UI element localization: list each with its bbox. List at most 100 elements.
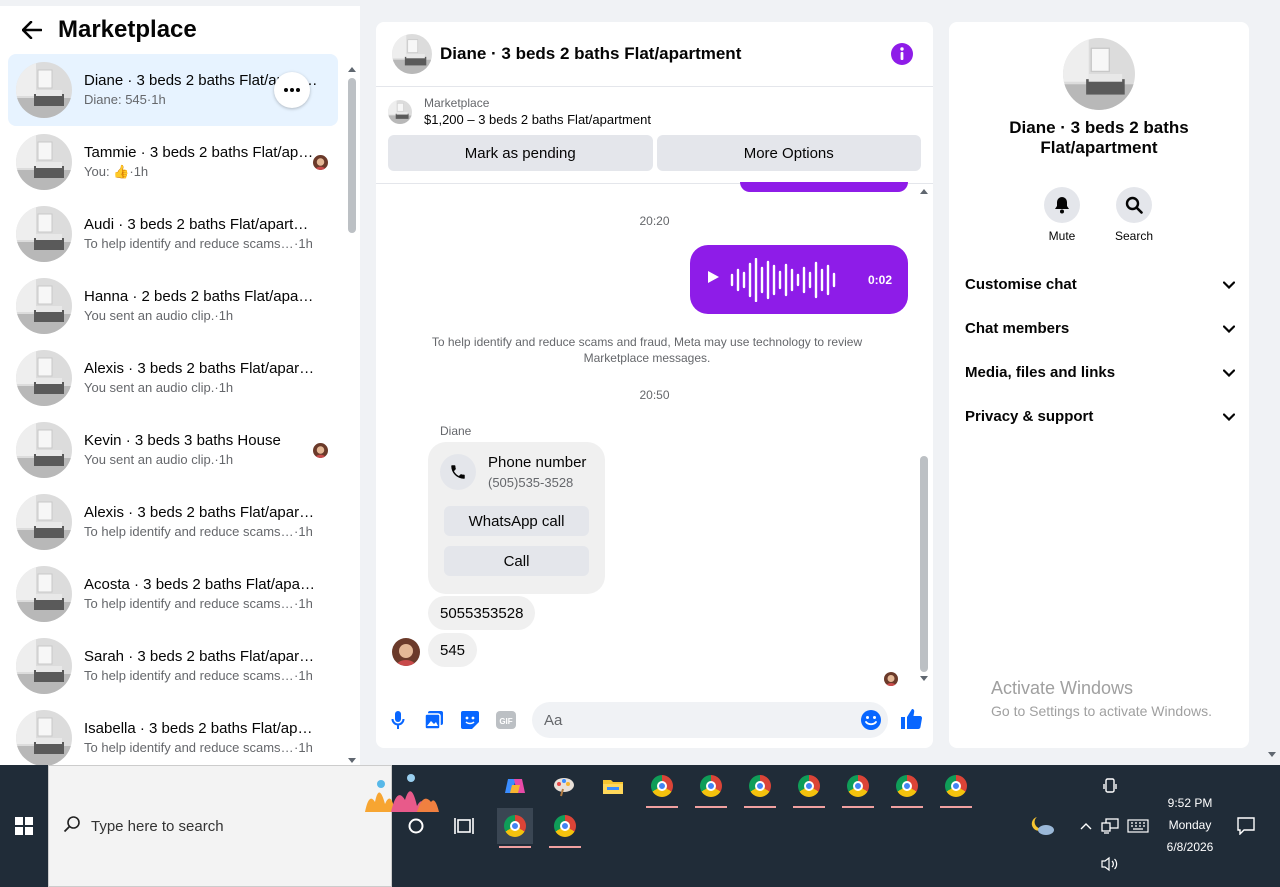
phone-icon [440,454,476,490]
chat-details-panel: Diane · 3 beds 2 baths Flat/apartment Mu… [949,22,1249,748]
play-icon[interactable] [706,270,720,289]
conversation-time: 1h [218,380,234,395]
conversation-item[interactable]: Hanna · 2 beds 2 baths Flat/apartment You… [8,270,338,342]
sender-avatar[interactable] [392,638,420,666]
notification-icon[interactable] [1228,808,1264,844]
page-scroll-down-icon[interactable] [1268,752,1276,758]
whatsapp-call-button[interactable]: WhatsApp call [444,506,589,536]
row-label: Media, files and links [965,363,1116,381]
info-icon[interactable] [891,43,913,65]
clock-day[interactable]: Monday [1150,818,1230,832]
file-explorer-icon[interactable] [595,768,631,804]
audio-message[interactable]: 0:02 [690,245,908,314]
mark-as-pending-button[interactable]: Mark as pending [388,135,653,171]
timestamp: 20:50 [639,388,670,402]
conversation-list: Diane · 3 beds 2 baths Flat/apartment Dia… [8,54,338,765]
chrome-profile-icon[interactable] [840,768,876,808]
clock-date[interactable]: 6/8/2026 [1150,840,1230,854]
weather-icon[interactable] [1024,808,1060,844]
photo-icon[interactable] [424,710,444,730]
listing-thumbnail [16,62,72,118]
conversation-item[interactable]: Isabella · 3 beds 2 baths Flat/apartment… [8,702,338,765]
volume-icon[interactable] [1092,846,1128,882]
message-bubble[interactable]: 545 [428,633,478,667]
mute-button[interactable]: Mute [1032,187,1092,243]
conversation-snippet: You: 👍 [84,164,130,179]
chat-title[interactable]: Diane · 3 beds 2 baths Flat/apartment [440,44,741,64]
conversation-item[interactable]: Kevin · 3 beds 3 baths House You sent an … [8,414,338,486]
message-bubble[interactable]: 5055353528 [428,596,536,630]
chrome-window-icon[interactable] [497,808,533,848]
back-arrow-icon[interactable] [20,18,44,42]
conversation-name: Kevin · 3 beds 3 baths House [84,432,281,449]
chrome-window-icon[interactable] [547,808,583,848]
paint-icon[interactable] [546,768,582,804]
windows-start-icon[interactable] [0,765,48,887]
chat-members-row[interactable]: Chat members [965,308,1236,348]
activate-subtitle: Go to Settings to activate Windows. [991,703,1212,719]
row-label: Privacy & support [965,407,1094,425]
conversation-time: 1h [298,740,313,755]
media-files-links-row[interactable]: Media, files and links [965,352,1236,392]
listing-banner: Marketplace $1,200 – 3 beds 2 baths Flat… [376,87,933,184]
conversation-name: Audi · 3 beds 2 baths Flat/apartment [84,216,318,233]
conversation-item[interactable]: Sarah · 3 beds 2 baths Flat/apartment To … [8,630,338,702]
search-button[interactable]: Search [1104,187,1164,243]
gif-icon[interactable]: GIF [496,710,516,730]
conversation-snippet: To help identify and reduce scams and fr… [84,596,294,611]
listing-avatar[interactable] [1063,38,1135,110]
chrome-profile-icon[interactable] [938,768,974,808]
contact-label: Phone number [488,454,587,471]
search-icon[interactable] [1116,187,1152,223]
listing-price[interactable]: $1,200 – 3 beds 2 baths Flat/apartment [424,111,651,129]
previous-message-bubble[interactable] [740,182,908,192]
conversation-time: 1h [298,596,313,611]
conversation-snippet: Diane: 545 [84,92,147,107]
bell-icon[interactable] [1044,187,1080,223]
conversation-time: 1h [218,452,234,467]
microphone-icon[interactable] [388,710,408,730]
taskbar-search-box[interactable]: Type here to search [48,765,439,887]
emoji-icon[interactable] [860,709,882,731]
conversation-name: Sarah · 3 beds 2 baths Flat/apartment [84,648,318,665]
read-receipt-avatar [313,155,328,170]
thumbs-up-icon[interactable] [899,707,923,731]
customise-chat-row[interactable]: Customise chat [965,264,1236,304]
chrome-profile-icon[interactable] [742,768,778,808]
waveform-icon [730,257,836,302]
row-label: Customise chat [965,275,1077,293]
cortana-icon[interactable] [398,808,434,844]
conversation-item[interactable]: Alexis · 3 beds 2 baths Flat/apartment Yo… [8,342,338,414]
conversation-item[interactable]: Acosta · 3 beds 2 baths Flat/apartment To… [8,558,338,630]
conversation-item[interactable]: Audi · 3 beds 2 baths Flat/apartment To h… [8,198,338,270]
chrome-profile-icon[interactable] [889,768,925,808]
copilot-icon[interactable] [497,768,533,804]
task-view-icon[interactable] [446,808,482,844]
listing-thumbnail[interactable] [388,100,412,124]
chrome-profile-icon[interactable] [791,768,827,808]
sticker-icon[interactable] [460,710,480,730]
phone-link-icon[interactable] [1092,768,1128,804]
more-options-icon[interactable] [274,72,310,108]
conversation-item[interactable]: Tammie · 3 beds 2 baths Flat/apartment Yo… [8,126,338,198]
coral-reef-icon [361,772,439,812]
privacy-support-row[interactable]: Privacy & support [965,396,1236,436]
chat-avatar[interactable] [392,34,432,74]
chrome-profile-icon[interactable] [644,768,680,808]
chrome-profile-icon[interactable] [693,768,729,808]
chat-scrollbar[interactable] [919,188,929,684]
conversation-snippet: You sent an audio clip. [84,452,215,467]
sidebar-scrollbar[interactable] [348,66,356,765]
conversation-snippet: You sent an audio clip. [84,380,215,395]
listing-thumbnail [16,422,72,478]
conversation-item[interactable]: Diane · 3 beds 2 baths Flat/apartment Dia… [8,54,338,126]
listing-thumbnail [16,206,72,262]
conversation-item[interactable]: Alexis · 3 beds 2 baths Flat/apartment To… [8,486,338,558]
message-input[interactable]: Aa [532,702,888,738]
conversation-name: Isabella · 3 beds 2 baths Flat/apartment [84,720,318,737]
listing-thumbnail [16,278,72,334]
call-button[interactable]: Call [444,546,589,576]
chevron-down-icon [1222,408,1236,425]
clock-time[interactable]: 9:52 PM [1150,796,1230,810]
more-options-button[interactable]: More Options [656,135,921,171]
